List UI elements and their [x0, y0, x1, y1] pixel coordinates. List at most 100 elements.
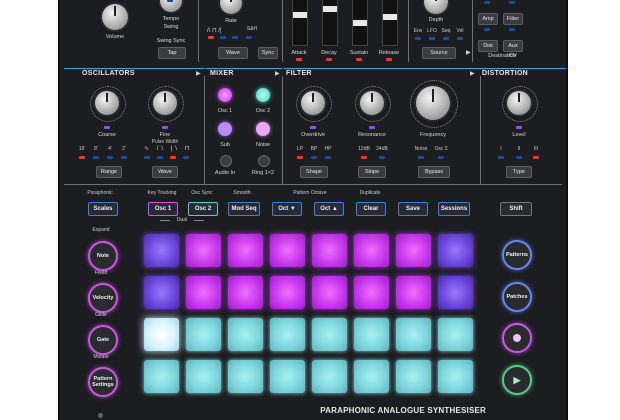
- release-fader-cap[interactable]: [383, 14, 397, 20]
- pad-1-1[interactable]: [144, 234, 179, 267]
- filter-osc2-label: Osc 2: [434, 146, 448, 152]
- sessions-button[interactable]: Sessions: [438, 202, 470, 216]
- depth-knob[interactable]: [424, 0, 448, 14]
- source-button[interactable]: Source: [422, 47, 456, 59]
- pad-4-8[interactable]: [438, 360, 473, 393]
- range-led-1: [79, 156, 85, 159]
- pad-4-7[interactable]: [396, 360, 431, 393]
- pad-4-6[interactable]: [354, 360, 389, 393]
- pad-4-4[interactable]: [270, 360, 305, 393]
- mixer-noise-light[interactable]: [256, 122, 270, 136]
- note-button[interactable]: Note: [88, 241, 118, 271]
- filter-button[interactable]: Filter: [503, 13, 523, 25]
- pad-3-7[interactable]: [396, 318, 431, 351]
- pattern-settings-button[interactable]: Pattern Settings: [88, 367, 118, 397]
- patches-button[interactable]: Patches: [502, 282, 532, 312]
- volume-knob[interactable]: [102, 4, 128, 30]
- velocity-button[interactable]: Velocity: [88, 283, 118, 313]
- bypass-button[interactable]: Bypass: [418, 166, 450, 178]
- save-button[interactable]: Save: [398, 202, 428, 216]
- oct-down-button[interactable]: Oct ▼: [272, 202, 302, 216]
- pad-3-3[interactable]: [228, 318, 263, 351]
- attack-fader[interactable]: [292, 0, 308, 46]
- pad-1-6[interactable]: [354, 234, 389, 267]
- pad-4-5[interactable]: [312, 360, 347, 393]
- pad-2-8[interactable]: [438, 276, 473, 309]
- mixer-sub-light[interactable]: [218, 122, 232, 136]
- tap-button[interactable]: Tap: [158, 47, 186, 59]
- fine-knob[interactable]: [153, 91, 177, 115]
- range-button[interactable]: Range: [96, 166, 122, 178]
- pad-4-3[interactable]: [228, 360, 263, 393]
- shape-button[interactable]: Shape: [300, 166, 328, 178]
- patterns-button[interactable]: Patterns: [502, 240, 532, 270]
- scales-button[interactable]: Scales: [88, 202, 118, 216]
- decay-label: Decay: [321, 50, 337, 56]
- bottom-left-marker: [98, 413, 103, 418]
- mixer-osc1-light[interactable]: [218, 88, 232, 102]
- coarse-knob[interactable]: [95, 91, 119, 115]
- dist-button[interactable]: Dist: [478, 40, 498, 52]
- pad-3-8[interactable]: [438, 318, 473, 351]
- decay-fader-cap[interactable]: [323, 6, 337, 12]
- osc1-button[interactable]: Osc 1: [148, 202, 178, 216]
- resonance-knob[interactable]: [360, 91, 384, 115]
- osc-wave-button[interactable]: Wave: [152, 166, 178, 178]
- release-label: Release: [378, 50, 400, 56]
- pad-3-6[interactable]: [354, 318, 389, 351]
- pad-2-5[interactable]: [312, 276, 347, 309]
- mixer-osc2-light[interactable]: [256, 88, 270, 102]
- lfo-sync-button[interactable]: Sync: [258, 47, 278, 59]
- pad-4-2[interactable]: [186, 360, 221, 393]
- pad-1-3[interactable]: [228, 234, 263, 267]
- attack-fader-cap[interactable]: [293, 12, 307, 18]
- pad-2-7[interactable]: [396, 276, 431, 309]
- pad-1-5[interactable]: [312, 234, 347, 267]
- mixer-ring-light[interactable]: [258, 155, 270, 167]
- filter-osc2-led: [438, 156, 444, 159]
- lfo-led: [429, 37, 435, 40]
- level-knob[interactable]: [507, 91, 531, 115]
- play-button[interactable]: ▶: [502, 365, 532, 395]
- rate-knob[interactable]: [220, 0, 242, 14]
- frequency-knob[interactable]: [416, 86, 450, 120]
- shift-button[interactable]: Shift: [500, 202, 532, 216]
- pad-2-1[interactable]: [144, 276, 179, 309]
- pad-3-5[interactable]: [312, 318, 347, 351]
- pad-2-2[interactable]: [186, 276, 221, 309]
- osc2-button[interactable]: Osc 2: [188, 202, 218, 216]
- pad-1-2[interactable]: [186, 234, 221, 267]
- pad-3-2[interactable]: [186, 318, 221, 351]
- oct-up-button[interactable]: Oct ▲: [314, 202, 344, 216]
- pad-1-4[interactable]: [270, 234, 305, 267]
- dist-i-led: [498, 156, 504, 159]
- pad-3-4[interactable]: [270, 318, 305, 351]
- 24db-label: 24dB: [376, 146, 388, 152]
- mod-seq-button[interactable]: Mod Seq: [228, 202, 260, 216]
- pad-1-7[interactable]: [396, 234, 431, 267]
- wave-led-d: [183, 156, 189, 159]
- pad-1-8[interactable]: [438, 234, 473, 267]
- filter-led: [509, 1, 515, 4]
- filter-arrow-icon: ▶: [470, 71, 475, 77]
- release-fader[interactable]: [382, 0, 398, 46]
- pad-2-6[interactable]: [354, 276, 389, 309]
- amp-button[interactable]: Amp: [478, 13, 498, 25]
- clear-button[interactable]: Clear: [356, 202, 386, 216]
- mixer-audio-in-light[interactable]: [220, 155, 232, 167]
- pad-2-4[interactable]: [270, 276, 305, 309]
- overdrive-label: Overdrive: [301, 132, 325, 138]
- overdrive-knob[interactable]: [301, 91, 325, 115]
- pad-3-1[interactable]: [144, 318, 179, 351]
- lfo-label: LFO: [427, 28, 437, 34]
- lfo-wave-button[interactable]: Wave: [218, 47, 248, 59]
- gate-button[interactable]: Gate: [88, 325, 118, 355]
- wave-led-3: [232, 36, 238, 39]
- aux-cv-button[interactable]: Aux CV: [503, 40, 523, 59]
- record-button[interactable]: [502, 323, 532, 353]
- sustain-fader-cap[interactable]: [353, 20, 367, 26]
- type-button[interactable]: Type: [506, 166, 532, 178]
- pad-4-1[interactable]: [144, 360, 179, 393]
- pad-2-3[interactable]: [228, 276, 263, 309]
- slope-button[interactable]: Slope: [358, 166, 386, 178]
